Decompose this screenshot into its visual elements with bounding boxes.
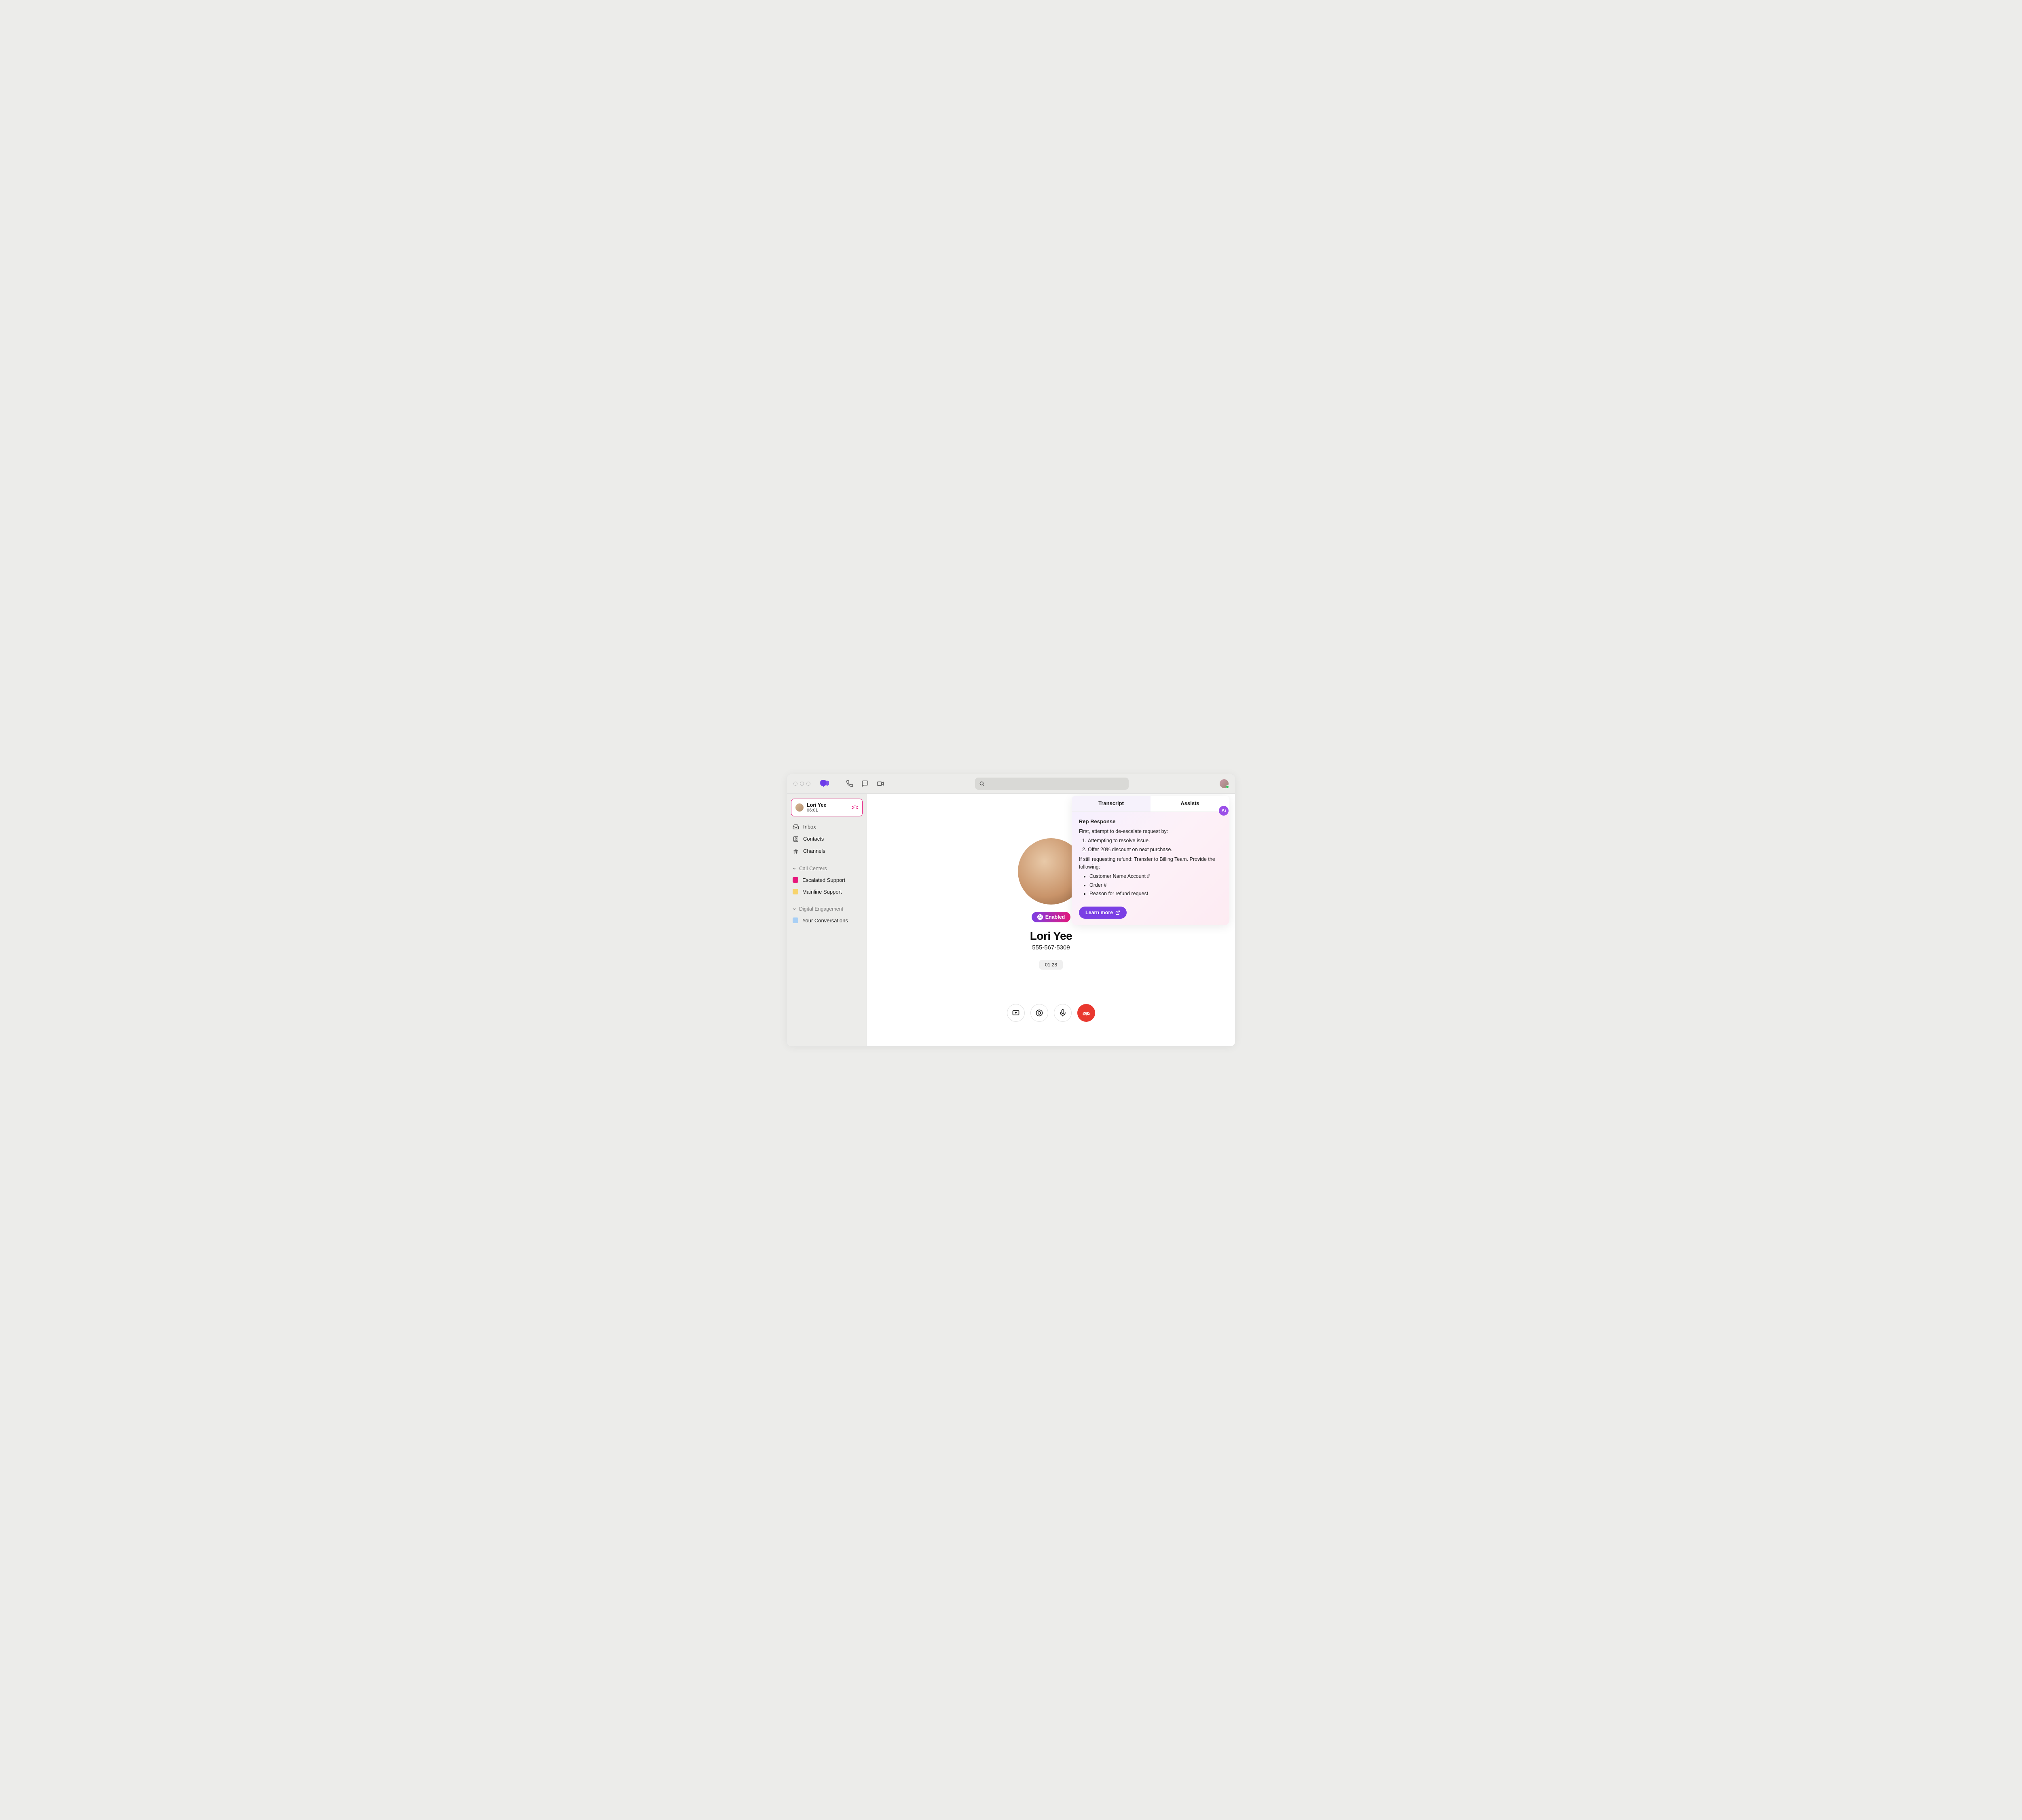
assist-step: Attempting to resolve issue. <box>1088 837 1222 845</box>
external-link-icon <box>1115 910 1120 915</box>
close-window-dot[interactable] <box>793 782 797 786</box>
search-input[interactable] <box>975 778 1129 790</box>
caller-name: Lori Yee <box>807 802 848 808</box>
message-icon[interactable] <box>861 780 869 787</box>
hangup-button[interactable] <box>1077 1004 1095 1022</box>
color-chip-icon <box>793 889 798 894</box>
inbox-icon <box>793 824 799 830</box>
channels-icon <box>793 848 799 854</box>
mute-button[interactable] <box>1054 1004 1072 1022</box>
hangup-icon <box>1082 1009 1090 1017</box>
assist-bullet: Reason for refund request <box>1089 890 1222 898</box>
section-call-centers[interactable]: Call Centers <box>791 863 863 874</box>
assist-step: Offer 20% discount on next purchase. <box>1088 846 1222 854</box>
user-avatar[interactable] <box>1220 779 1229 788</box>
sidebar-item-your-conversations[interactable]: Your Conversations <box>791 915 863 926</box>
section-digital-engagement[interactable]: Digital Engagement <box>791 904 863 914</box>
nav-label: Mainline Support <box>802 889 842 895</box>
assist-bullet: Customer Name Account # <box>1089 873 1222 880</box>
contacts-icon <box>793 836 799 842</box>
tab-assists[interactable]: Assists <box>1151 796 1229 812</box>
learn-more-button[interactable]: Learn more <box>1079 907 1127 919</box>
app-logo-icon <box>820 780 829 787</box>
titlebar <box>787 774 1235 794</box>
active-call-card[interactable]: Lori Yee 06:01 <box>791 799 863 816</box>
ai-mini-icon: Ai <box>1037 914 1043 920</box>
section-label: Digital Engagement <box>799 906 843 912</box>
tab-transcript[interactable]: Transcript <box>1072 796 1151 812</box>
nav-label: Inbox <box>803 824 816 830</box>
assist-bullet: Order # <box>1089 881 1222 889</box>
app-window: Lori Yee 06:01 Inbox Contacts Channels C… <box>787 774 1235 1046</box>
color-chip-icon <box>793 917 798 923</box>
caller-avatar <box>795 803 804 812</box>
screenshare-button[interactable] <box>1007 1004 1025 1022</box>
sidebar: Lori Yee 06:01 Inbox Contacts Channels C… <box>787 794 867 1046</box>
record-icon <box>1035 1009 1043 1017</box>
ai-enabled-badge: Ai Enabled <box>1032 912 1071 922</box>
maximize-window-dot[interactable] <box>806 782 810 786</box>
sidebar-item-inbox[interactable]: Inbox <box>791 821 863 833</box>
call-duration: 06:01 <box>807 808 848 813</box>
screenshare-icon <box>1012 1009 1020 1017</box>
chevron-down-icon <box>792 866 797 871</box>
assist-intro: First, attempt to de-escalate request by… <box>1079 828 1222 835</box>
call-controls <box>1007 1004 1095 1022</box>
enabled-label: Enabled <box>1045 914 1065 920</box>
nav-label: Escalated Support <box>802 877 845 883</box>
assist-panel: Transcript Assists Rep Response First, a… <box>1072 796 1229 926</box>
call-timer: 01:28 <box>1039 960 1063 970</box>
video-icon[interactable] <box>877 780 884 787</box>
window-controls <box>793 782 810 786</box>
sidebar-item-contacts[interactable]: Contacts <box>791 833 863 845</box>
microphone-icon <box>1059 1009 1067 1017</box>
hangup-mini-icon[interactable] <box>852 804 858 811</box>
search-icon <box>979 781 985 786</box>
minimize-window-dot[interactable] <box>800 782 804 786</box>
presence-indicator <box>1226 785 1229 788</box>
contact-phone: 555-567-5309 <box>1032 944 1070 951</box>
assist-heading: Rep Response <box>1079 818 1222 826</box>
contact-name: Lori Yee <box>1030 930 1072 943</box>
nav-label: Contacts <box>803 836 824 842</box>
assist-followup: If still requesting refund: Transfer to … <box>1079 856 1222 871</box>
learn-more-label: Learn more <box>1085 910 1113 915</box>
record-button[interactable] <box>1030 1004 1048 1022</box>
phone-icon[interactable] <box>846 780 853 787</box>
sidebar-item-mainline-support[interactable]: Mainline Support <box>791 886 863 897</box>
nav-label: Channels <box>803 848 825 854</box>
main-content: Ai Enabled Lori Yee 555-567-5309 01:28 <box>867 794 1235 1046</box>
sidebar-item-channels[interactable]: Channels <box>791 846 863 857</box>
sidebar-item-escalated-support[interactable]: Escalated Support <box>791 875 863 886</box>
color-chip-icon <box>793 877 798 883</box>
section-label: Call Centers <box>799 866 827 871</box>
nav-label: Your Conversations <box>802 917 848 924</box>
chevron-down-icon <box>792 907 797 911</box>
ai-badge-icon[interactable]: Ai <box>1219 806 1229 816</box>
